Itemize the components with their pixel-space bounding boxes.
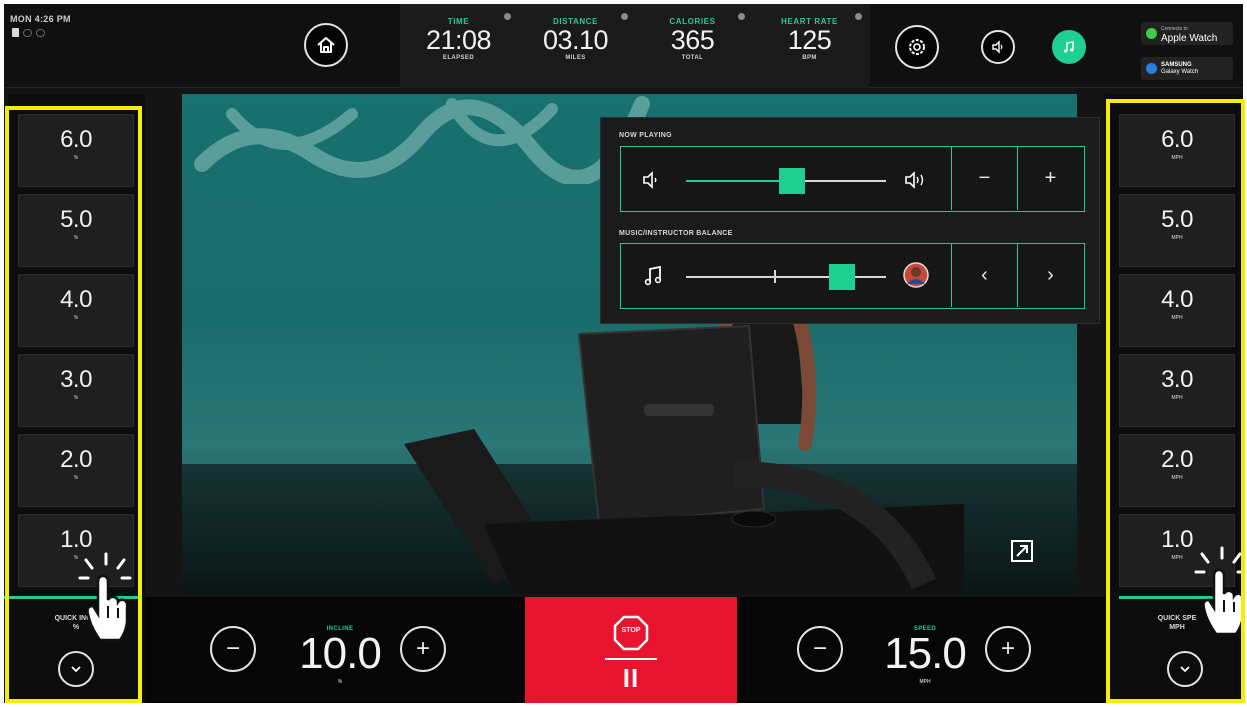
samsung-watch-button[interactable]: SAMSUNG Galaxy Watch bbox=[1141, 57, 1233, 80]
samsung-watch-text: SAMSUNG Galaxy Watch bbox=[1161, 62, 1198, 76]
metric-value: 03.10 bbox=[542, 25, 609, 55]
now-playing-title: NOW PLAYING bbox=[619, 132, 672, 139]
music-note-icon bbox=[644, 265, 662, 286]
incline-unit: % bbox=[337, 679, 343, 685]
wall-lettering-decoration bbox=[194, 96, 650, 184]
clock: MON 4:26 PM bbox=[10, 14, 71, 24]
stop-pause-divider bbox=[605, 658, 657, 660]
phone-icon bbox=[12, 28, 19, 37]
incline-value: 10.0 bbox=[299, 629, 382, 678]
apple-watch-icon bbox=[1146, 28, 1157, 39]
incline-increase-button[interactable]: + bbox=[400, 626, 446, 672]
volume-down-button[interactable]: − bbox=[951, 147, 1017, 210]
heart-icon bbox=[23, 28, 32, 37]
balance-next-button[interactable]: › bbox=[1017, 244, 1083, 307]
speed-value: 15.0 bbox=[884, 629, 967, 678]
metric-value: 365 bbox=[670, 25, 715, 55]
gear-icon bbox=[909, 39, 925, 55]
highlight-frame-right bbox=[1106, 99, 1245, 703]
balance-prev-button[interactable]: ‹ bbox=[951, 244, 1017, 307]
now-playing-panel: NOW PLAYING − + MUSIC/INSTRUCTOR BALANCE… bbox=[600, 117, 1100, 324]
balance-slider-track bbox=[686, 276, 886, 278]
balance-slider[interactable] bbox=[686, 264, 886, 290]
metric-value: 125 bbox=[787, 25, 832, 55]
balance-title: MUSIC/INSTRUCTOR BALANCE bbox=[619, 230, 733, 237]
status-icons bbox=[12, 28, 45, 37]
balance-center-tick bbox=[774, 270, 776, 283]
wifi-icon bbox=[36, 28, 45, 37]
samsung-watch-caption: SAMSUNG bbox=[1161, 61, 1192, 68]
incline-decrease-button[interactable]: − bbox=[210, 626, 256, 672]
home-icon bbox=[317, 37, 335, 53]
speed-increase-button[interactable]: + bbox=[985, 626, 1031, 672]
apple-watch-name: Apple Watch bbox=[1161, 32, 1218, 44]
volume-up-button[interactable]: + bbox=[1017, 147, 1083, 210]
pause-button[interactable]: II bbox=[601, 663, 661, 694]
workout-metrics: TIME 21:08 ELAPSED DISTANCE 03.10 MILES … bbox=[400, 4, 870, 88]
volume-slider-fill bbox=[686, 180, 779, 182]
metric-heart-rate[interactable]: HEART RATE 125 BPM bbox=[751, 4, 868, 88]
balance-row: ‹ › bbox=[620, 243, 1085, 309]
highlight-frame-left bbox=[5, 106, 142, 703]
metric-toggle-dot bbox=[621, 13, 628, 20]
metric-calories[interactable]: CALORIES 365 TOTAL bbox=[634, 4, 751, 88]
samsung-watch-name: Galaxy Watch bbox=[1161, 68, 1199, 75]
volume-slider[interactable] bbox=[686, 168, 886, 194]
metric-unit: TOTAL bbox=[681, 55, 704, 61]
music-button[interactable] bbox=[1052, 30, 1086, 64]
volume-low-icon bbox=[643, 171, 657, 189]
home-button[interactable] bbox=[304, 23, 348, 67]
expand-video-button[interactable] bbox=[1010, 539, 1034, 563]
speaker-icon bbox=[992, 40, 1003, 54]
metric-toggle-dot bbox=[855, 13, 862, 20]
metric-unit: ELAPSED bbox=[442, 55, 475, 61]
metric-unit: MILES bbox=[565, 55, 586, 61]
apple-watch-button[interactable]: Connects to Apple Watch bbox=[1141, 22, 1233, 45]
instructor-avatar bbox=[903, 262, 929, 288]
bottom-control-bar: − INCLINE 10.0 % + STOP II − SPEED 15.0 … bbox=[145, 597, 1105, 703]
metric-toggle-dot bbox=[738, 13, 745, 20]
volume-slider-knob[interactable] bbox=[779, 168, 805, 194]
stop-pause-area: STOP II bbox=[525, 597, 737, 703]
speed-decrease-button[interactable]: − bbox=[797, 626, 843, 672]
settings-button[interactable] bbox=[895, 25, 939, 69]
expand-icon bbox=[1011, 540, 1033, 562]
stop-button[interactable]: STOP bbox=[613, 615, 649, 651]
treadmill-console-screen: MON 4:26 PM TIME 21:08 ELAPSED DISTANCE … bbox=[4, 4, 1243, 703]
music-note-icon bbox=[1064, 41, 1074, 53]
speed-unit: MPH bbox=[919, 679, 931, 685]
metric-time[interactable]: TIME 21:08 ELAPSED bbox=[400, 4, 517, 88]
stop-label: STOP bbox=[621, 627, 641, 634]
metric-distance[interactable]: DISTANCE 03.10 MILES bbox=[517, 4, 634, 88]
volume-button[interactable] bbox=[981, 30, 1015, 64]
top-bar: MON 4:26 PM TIME 21:08 ELAPSED DISTANCE … bbox=[4, 4, 1243, 88]
volume-slider-track bbox=[805, 180, 886, 182]
balance-slider-knob[interactable] bbox=[829, 264, 855, 290]
samsung-watch-icon bbox=[1146, 63, 1157, 74]
metric-toggle-dot bbox=[504, 13, 511, 20]
metric-value: 21:08 bbox=[425, 25, 492, 55]
volume-row: − + bbox=[620, 146, 1085, 212]
treadmill-graphic bbox=[404, 324, 964, 594]
metric-unit: BPM bbox=[802, 55, 817, 61]
apple-watch-text: Connects to Apple Watch bbox=[1161, 24, 1217, 44]
volume-high-icon bbox=[905, 171, 924, 189]
